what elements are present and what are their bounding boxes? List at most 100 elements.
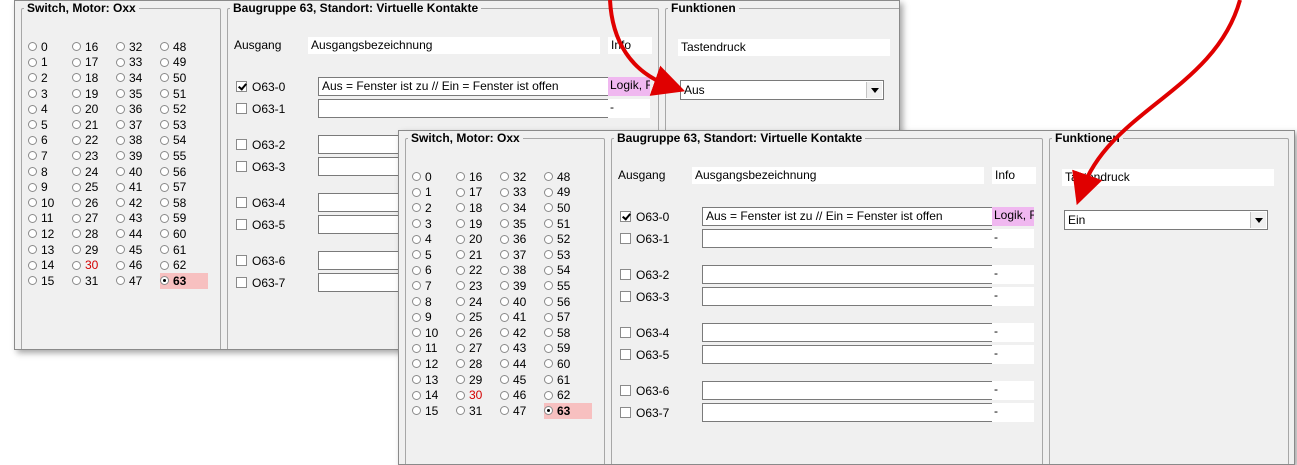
radio-button[interactable] xyxy=(544,375,553,385)
radio-button[interactable] xyxy=(456,297,465,307)
radio-button[interactable] xyxy=(544,328,553,338)
radio-button[interactable] xyxy=(544,234,553,244)
switch-radio-option[interactable]: 30 xyxy=(72,257,116,273)
switch-radio-option[interactable]: 32 xyxy=(500,169,544,185)
output-checkbox[interactable] xyxy=(620,291,631,302)
switch-radio-option[interactable]: 27 xyxy=(72,211,116,227)
switch-radio-option[interactable]: 38 xyxy=(116,133,160,149)
radio-button[interactable] xyxy=(544,359,553,369)
switch-radio-option[interactable]: 4 xyxy=(412,231,456,247)
radio-button[interactable] xyxy=(412,250,421,260)
output-name-field[interactable]: Aus = Fenster ist zu // Ein = Fenster is… xyxy=(702,207,994,226)
radio-button[interactable] xyxy=(116,104,125,114)
switch-radio-option[interactable]: 27 xyxy=(456,341,500,357)
radio-button[interactable] xyxy=(72,135,81,145)
switch-radio-option[interactable]: 52 xyxy=(160,101,208,117)
radio-button[interactable] xyxy=(28,276,37,286)
switch-radio-option[interactable]: 28 xyxy=(456,356,500,372)
output-checkbox[interactable] xyxy=(620,211,631,222)
output-checkbox[interactable] xyxy=(236,161,247,172)
radio-button[interactable] xyxy=(116,167,125,177)
radio-button[interactable] xyxy=(412,359,421,369)
switch-radio-option[interactable]: 13 xyxy=(28,242,72,258)
switch-radio-option[interactable]: 39 xyxy=(500,278,544,294)
switch-radio-option[interactable]: 42 xyxy=(500,325,544,341)
output-name-field[interactable]: Aus = Fenster ist zu // Ein = Fenster is… xyxy=(318,77,610,96)
radio-button[interactable] xyxy=(500,172,509,182)
switch-radio-option[interactable]: 19 xyxy=(72,86,116,102)
switch-radio-option[interactable]: 13 xyxy=(412,372,456,388)
radio-button[interactable] xyxy=(72,260,81,270)
radio-button[interactable] xyxy=(28,182,37,192)
radio-button[interactable] xyxy=(500,375,509,385)
radio-button[interactable] xyxy=(72,42,81,52)
radio-button[interactable] xyxy=(116,229,125,239)
switch-radio-option[interactable]: 58 xyxy=(544,325,592,341)
switch-radio-option[interactable]: 22 xyxy=(72,133,116,149)
radio-button[interactable] xyxy=(160,229,169,239)
switch-radio-option[interactable]: 23 xyxy=(72,148,116,164)
radio-button[interactable] xyxy=(456,219,465,229)
radio-button[interactable] xyxy=(28,213,37,223)
output-name-field[interactable] xyxy=(702,381,994,400)
radio-button[interactable] xyxy=(456,343,465,353)
output-checkbox[interactable] xyxy=(236,197,247,208)
switch-radio-option[interactable]: 15 xyxy=(412,403,456,419)
switch-radio-option[interactable]: 10 xyxy=(412,325,456,341)
switch-radio-option[interactable]: 17 xyxy=(456,185,500,201)
switch-radio-option[interactable]: 34 xyxy=(500,200,544,216)
switch-radio-option[interactable]: 2 xyxy=(412,200,456,216)
switch-radio-option[interactable]: 43 xyxy=(116,211,160,227)
radio-button[interactable] xyxy=(500,406,509,416)
switch-radio-option[interactable]: 56 xyxy=(544,294,592,310)
switch-radio-option[interactable]: 57 xyxy=(160,179,208,195)
radio-button[interactable] xyxy=(544,281,553,291)
switch-radio-option[interactable]: 29 xyxy=(72,242,116,258)
radio-button[interactable] xyxy=(160,120,169,130)
switch-radio-option[interactable]: 60 xyxy=(160,226,208,242)
switch-radio-option[interactable]: 6 xyxy=(28,133,72,149)
radio-button[interactable] xyxy=(544,390,553,400)
switch-radio-option[interactable]: 47 xyxy=(500,403,544,419)
switch-radio-option[interactable]: 45 xyxy=(500,372,544,388)
output-checkbox[interactable] xyxy=(620,269,631,280)
switch-radio-option[interactable]: 24 xyxy=(456,294,500,310)
radio-button[interactable] xyxy=(160,182,169,192)
switch-radio-option[interactable]: 8 xyxy=(412,294,456,310)
switch-radio-option[interactable]: 18 xyxy=(72,70,116,86)
radio-button[interactable] xyxy=(456,234,465,244)
switch-radio-option[interactable]: 31 xyxy=(72,273,116,289)
output-checkbox[interactable] xyxy=(236,139,247,150)
radio-button[interactable] xyxy=(500,359,509,369)
switch-radio-option[interactable]: 7 xyxy=(412,278,456,294)
switch-radio-option[interactable]: 9 xyxy=(412,309,456,325)
radio-button[interactable] xyxy=(160,198,169,208)
radio-button[interactable] xyxy=(72,57,81,67)
radio-button[interactable] xyxy=(544,250,553,260)
switch-radio-option[interactable]: 5 xyxy=(412,247,456,263)
output-checkbox[interactable] xyxy=(236,219,247,230)
output-checkbox[interactable] xyxy=(620,385,631,396)
switch-radio-option[interactable]: 46 xyxy=(500,387,544,403)
switch-radio-option[interactable]: 23 xyxy=(456,278,500,294)
switch-radio-option[interactable]: 6 xyxy=(412,263,456,279)
radio-button[interactable] xyxy=(28,57,37,67)
radio-button[interactable] xyxy=(456,187,465,197)
radio-button[interactable] xyxy=(28,151,37,161)
radio-button[interactable] xyxy=(456,406,465,416)
switch-radio-option[interactable]: 25 xyxy=(456,309,500,325)
switch-radio-option[interactable]: 57 xyxy=(544,309,592,325)
switch-radio-option[interactable]: 51 xyxy=(160,86,208,102)
radio-button[interactable] xyxy=(544,219,553,229)
radio-button[interactable] xyxy=(544,172,553,182)
radio-button[interactable] xyxy=(160,276,169,286)
radio-button[interactable] xyxy=(456,172,465,182)
radio-button[interactable] xyxy=(28,120,37,130)
switch-radio-option[interactable]: 15 xyxy=(28,273,72,289)
output-name-field[interactable] xyxy=(318,99,610,118)
radio-button[interactable] xyxy=(72,229,81,239)
radio-button[interactable] xyxy=(456,328,465,338)
switch-radio-option[interactable]: 41 xyxy=(500,309,544,325)
radio-button[interactable] xyxy=(412,390,421,400)
chevron-down-icon[interactable] xyxy=(866,82,882,98)
